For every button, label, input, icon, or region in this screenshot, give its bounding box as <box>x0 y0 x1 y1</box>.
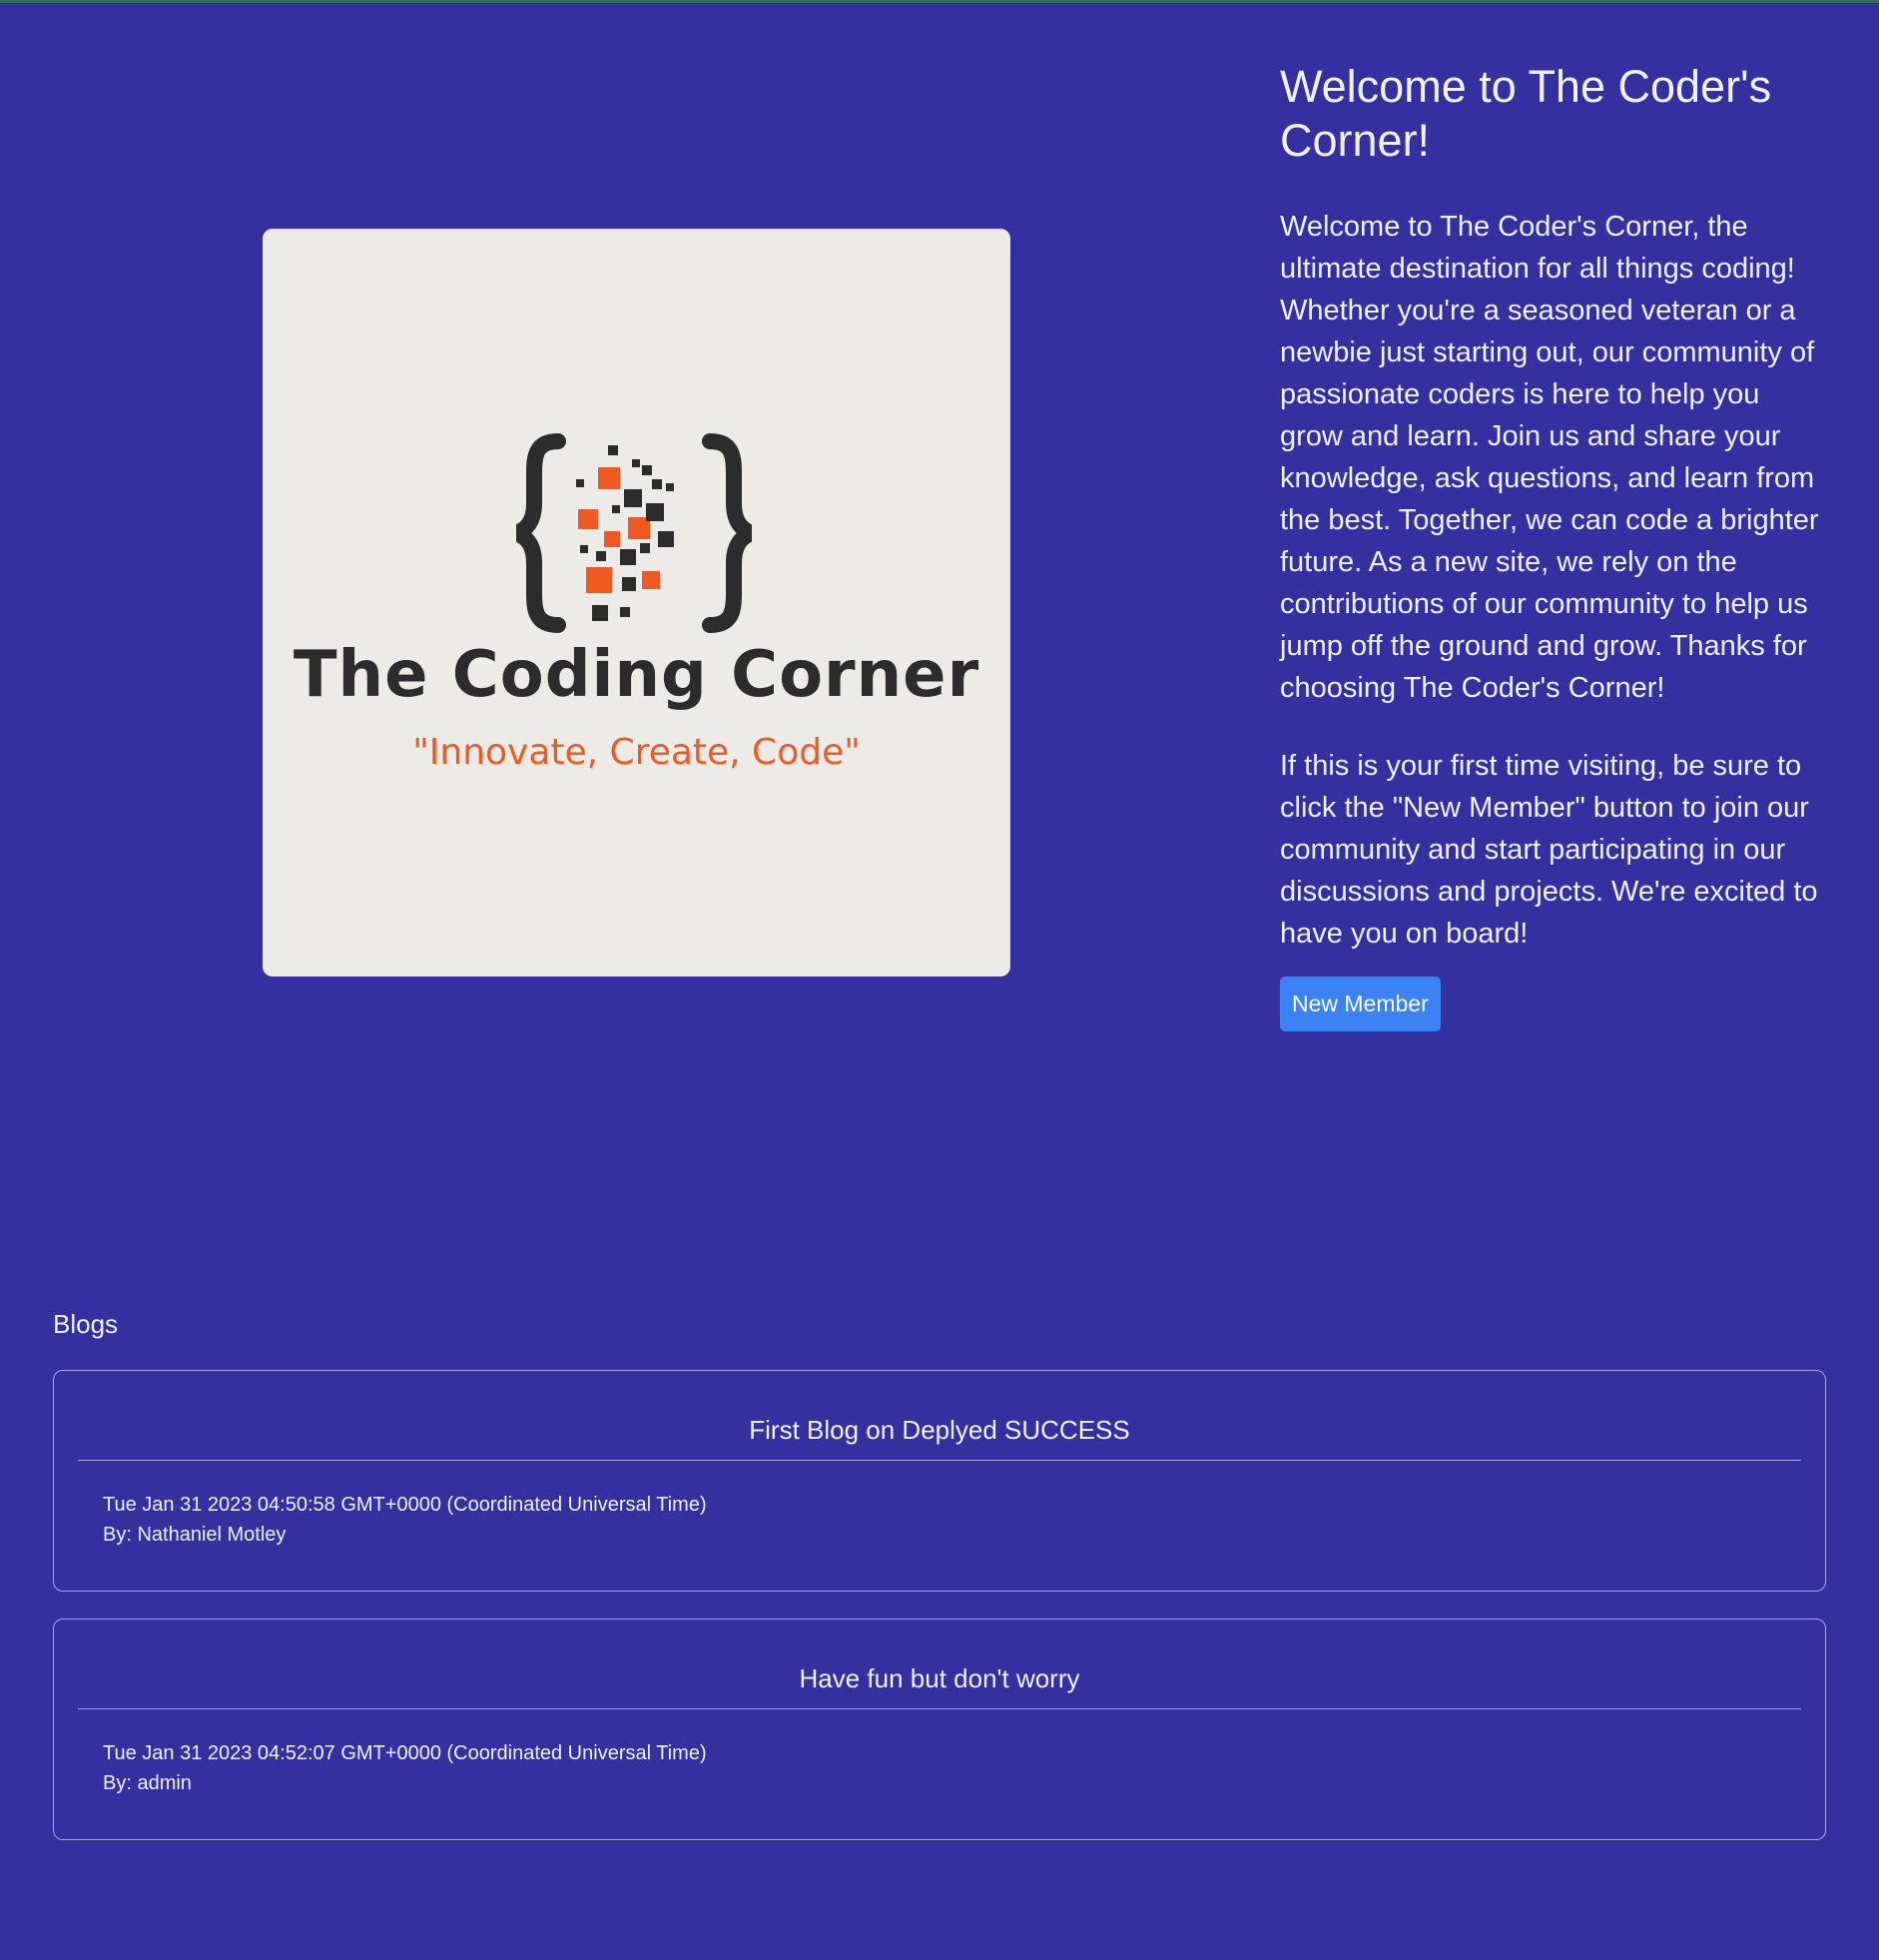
blog-date: Tue Jan 31 2023 04:50:58 GMT+0000 (Coord… <box>103 1494 707 1516</box>
page-title: Welcome to The Coder's Corner! <box>1280 61 1772 166</box>
logo-title: The Coding Corner <box>293 638 980 712</box>
blog-meta: Tue Jan 31 2023 04:50:58 GMT+0000 (Coord… <box>103 1490 707 1550</box>
blog-date: Tue Jan 31 2023 04:52:07 GMT+0000 (Coord… <box>103 1742 707 1764</box>
logo-tagline: "Innovate, Create, Code" <box>412 732 861 773</box>
hero-section: The Coding Corner "Innovate, Create, Cod… <box>0 0 1879 1178</box>
blog-card[interactable]: First Blog on Deplyed SUCCESS Tue Jan 31… <box>53 1370 1826 1592</box>
welcome-panel: Welcome to The Coder's Corner! Welcome t… <box>1280 60 1819 1031</box>
blog-card[interactable]: Have fun but don't worry Tue Jan 31 2023… <box>53 1619 1826 1840</box>
welcome-paragraph-intro: Welcome to The Coder's Corner, the ultim… <box>1280 211 1819 704</box>
blogs-heading: Blogs <box>53 1309 119 1339</box>
blog-meta: Tue Jan 31 2023 04:52:07 GMT+0000 (Coord… <box>103 1738 707 1798</box>
new-member-button[interactable]: New Member <box>1280 977 1441 1031</box>
blog-title[interactable]: Have fun but don't worry <box>54 1663 1825 1694</box>
blog-author: By: admin <box>103 1772 192 1794</box>
blog-divider <box>78 1708 1801 1709</box>
blog-divider <box>78 1460 1801 1461</box>
blog-title[interactable]: First Blog on Deplyed SUCCESS <box>54 1415 1825 1446</box>
site-logo: The Coding Corner "Innovate, Create, Cod… <box>263 229 1010 977</box>
braces-pixels-icon <box>516 433 752 633</box>
welcome-paragraph-new-member: If this is your first time visiting, be … <box>1280 750 1818 950</box>
blog-author: By: Nathaniel Motley <box>103 1524 287 1546</box>
